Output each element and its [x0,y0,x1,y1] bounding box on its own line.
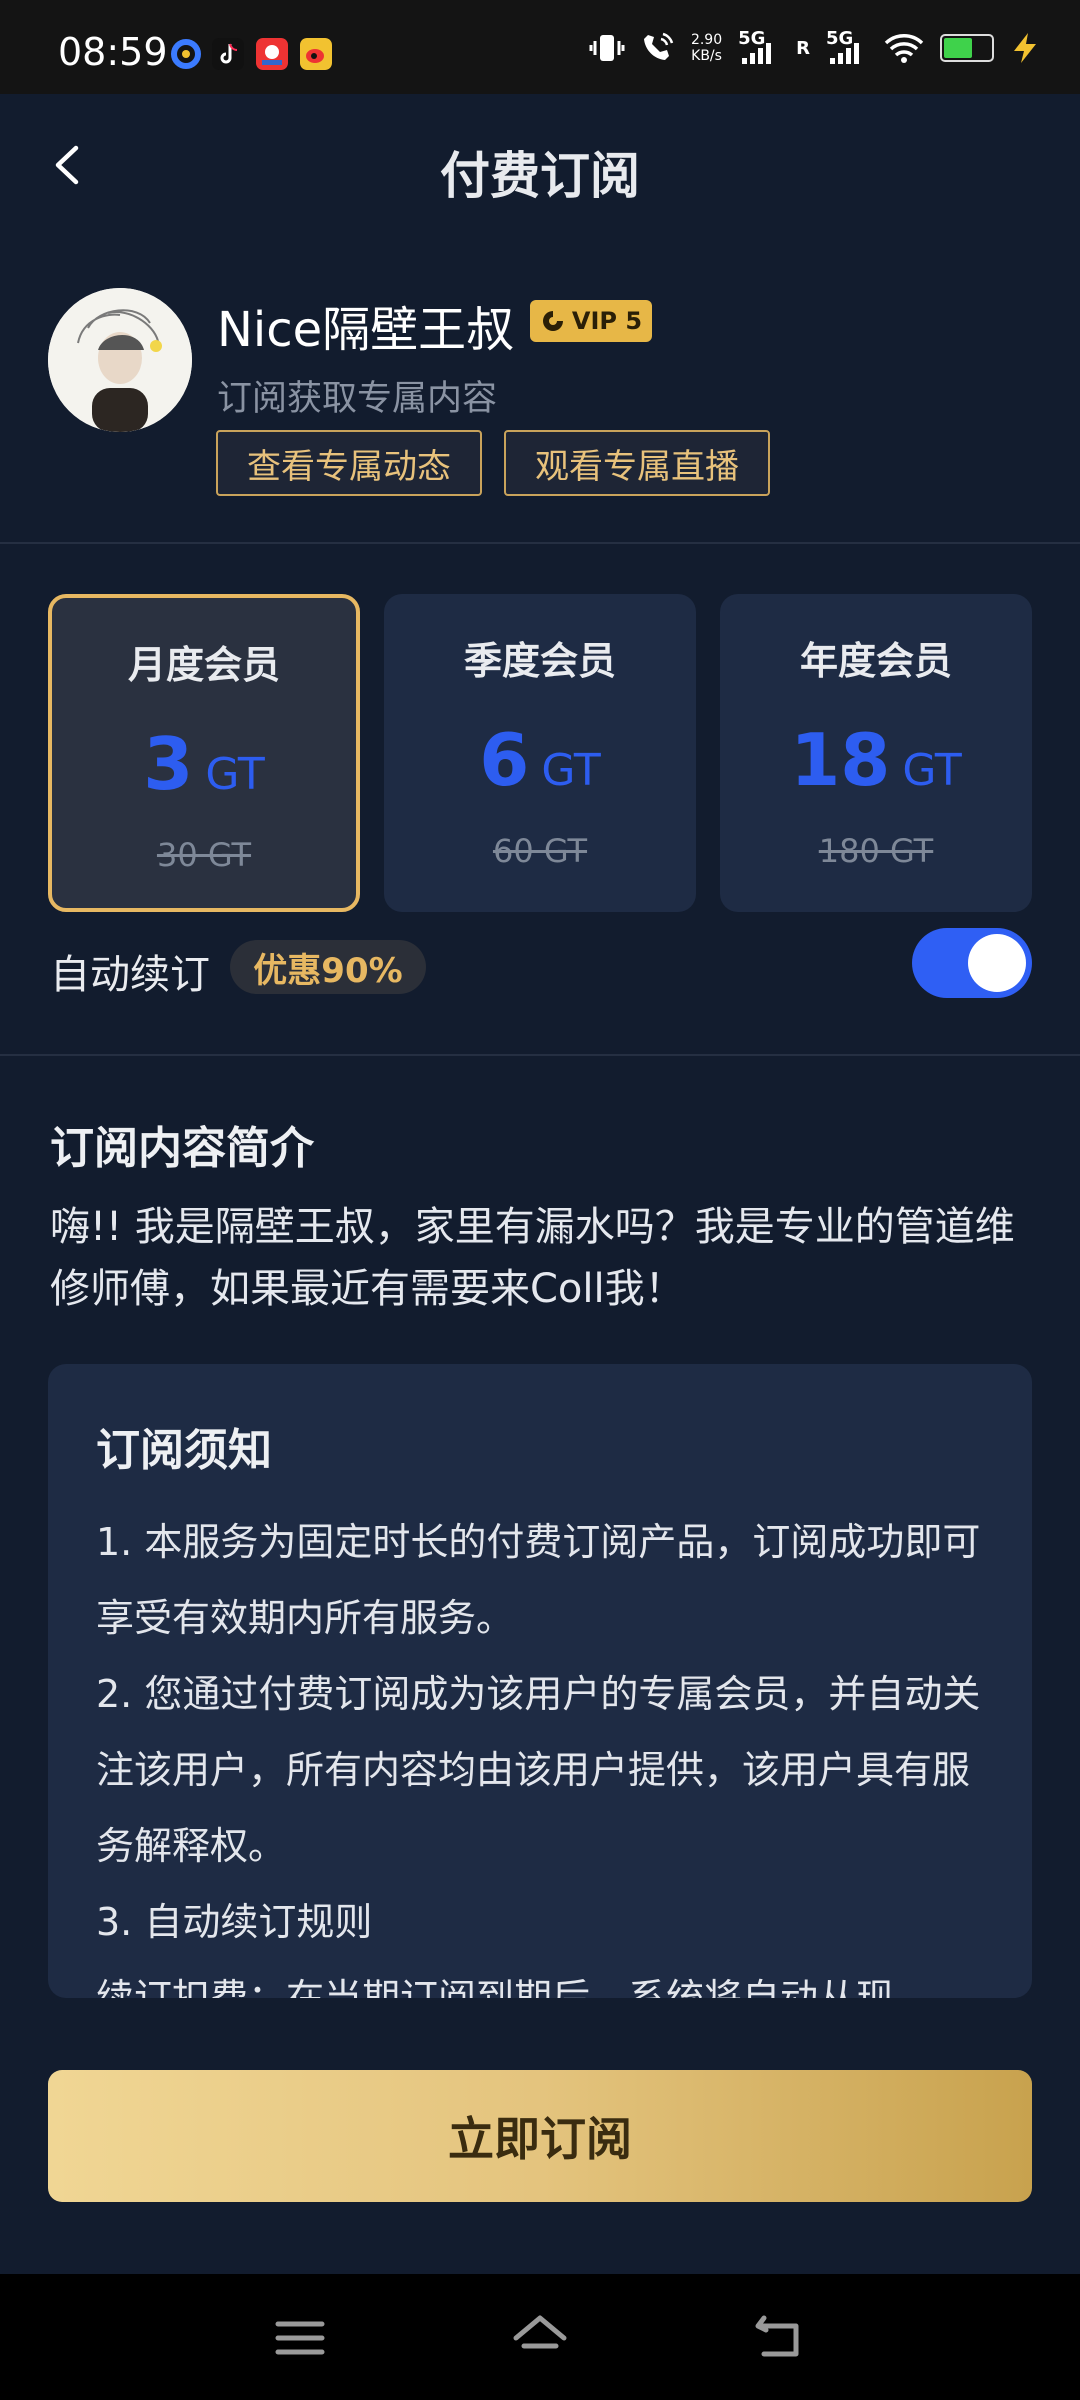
signal-bars-icon [830,43,859,64]
vip-badge: VIP 5 [530,300,652,342]
weibo-notification-icon [300,38,332,70]
subscribe-now-button[interactable]: 立即订阅 [48,2070,1032,2202]
notice-body: 1. 本服务为固定时长的付费订阅产品，订阅成功即可享受有效期内所有服务。 2. … [96,1504,996,1998]
plan-price: 6 GT [479,718,601,802]
status-time: 08:59 [58,30,168,74]
plan-price: 3 GT [143,722,265,806]
notice-item: 2. 您通过付费订阅成为该用户的专属会员，并自动关注该用户，所有内容均由该用户提… [96,1672,981,1868]
plan-price: 18 GT [790,718,962,802]
battery-icon [940,34,994,62]
avatar[interactable] [48,288,192,432]
charging-bolt-icon [1014,33,1036,63]
home-icon[interactable] [510,2308,570,2368]
signal-sim1: 5G [738,28,780,68]
auto-renew-label: 自动续订 [50,952,210,998]
plan-name: 季度会员 [463,639,616,683]
notice-item: 3. 自动续订规则 [96,1900,373,1944]
app-notification-icon [171,39,201,69]
signal-sim2: 5G [826,28,868,68]
profile-subtitle: 订阅获取专属内容 [217,379,498,419]
intro-text: 嗨!! 我是隔壁王叔，家里有漏水吗？我是专业的管道维修师傅，如果最近有需要来Co… [50,1204,1015,1312]
roaming-indicator: R [796,37,810,59]
wifi-icon [884,34,924,63]
plan-name: 年度会员 [799,639,952,683]
plan-card-quarterly[interactable]: 季度会员 6 GT 60 GT [384,594,696,912]
auto-renew-toggle[interactable] [912,928,1032,998]
page-title: 付费订阅 [440,147,640,205]
plan-name: 月度会员 [127,643,280,687]
intro-title: 订阅内容简介 [50,1123,314,1174]
notice-title: 订阅须知 [96,1425,272,1476]
plan-original-price: 30 GT [156,836,252,874]
username: Nice隔壁王叔 [217,302,515,358]
vip-badge-text: VIP 5 [571,307,643,335]
plan-card-yearly[interactable]: 年度会员 18 GT 180 GT [720,594,1032,912]
plan-card-monthly[interactable]: 月度会员 3 GT 30 GT [48,594,360,912]
view-exclusive-posts-button[interactable]: 查看专属动态 [216,430,482,496]
back-icon[interactable] [750,2308,810,2368]
notice-item: 1. 本服务为固定时长的付费订阅产品，订阅成功即可享受有效期内所有服务。 [96,1520,981,1640]
menu-icon[interactable] [270,2308,330,2368]
status-icons: 2.90 KB/s 5G R 5G [589,26,1040,70]
plan-original-price: 60 GT [492,832,588,870]
vibrate-icon [589,35,625,61]
wifi-calling-icon [643,32,674,60]
divider [0,542,1080,544]
divider [0,1054,1080,1056]
vip-level-icon [542,311,563,331]
notice-item: 续订扣费：在当期订阅到期后，系统将自动从现 [96,1976,895,1998]
avatar-illustration-icon [48,288,192,432]
watch-exclusive-live-button[interactable]: 观看专属直播 [504,430,770,496]
plan-original-price: 180 GT [818,832,934,870]
subscription-notice-panel[interactable]: 订阅须知 1. 本服务为固定时长的付费订阅产品，订阅成功即可享受有效期内所有服务… [48,1364,1032,1998]
system-nav-bar [0,2274,1080,2400]
status-bar: 08:59 2.90 KB/s 5G R 5G [0,0,1080,94]
signal-bars-icon [742,43,772,64]
tiktok-notification-icon [212,38,244,70]
app-notification-icon [256,38,288,70]
toggle-knob [968,934,1026,992]
discount-badge: 优惠90% [230,940,426,994]
network-speed: 2.90 KB/s [690,32,723,64]
